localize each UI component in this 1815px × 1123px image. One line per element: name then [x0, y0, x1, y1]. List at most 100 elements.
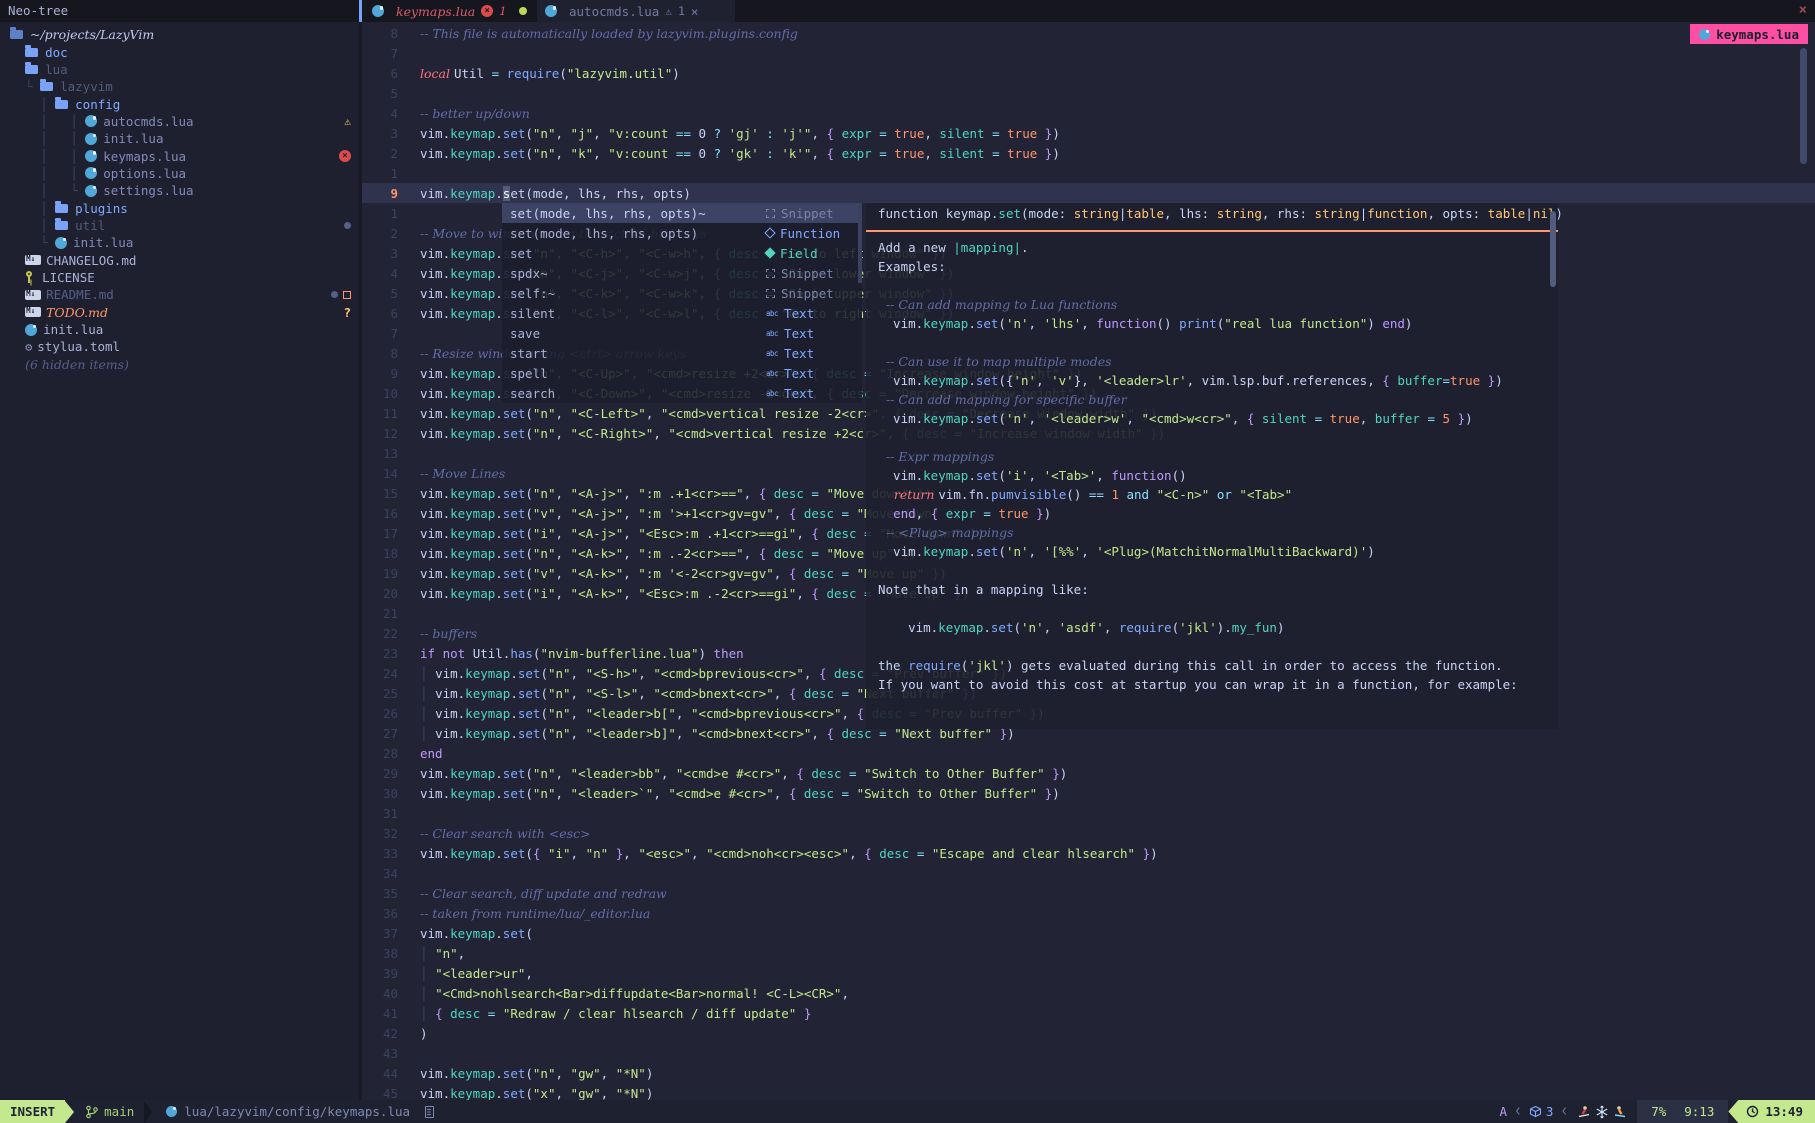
editor-line[interactable]: 7 — [362, 43, 1815, 63]
tree-item[interactable]: └ init.lua — [0, 234, 359, 251]
line-number: 10 — [362, 386, 398, 401]
git-branch[interactable]: main — [86, 1104, 134, 1119]
format-indicator: A — [1499, 1104, 1507, 1119]
editor-line[interactable]: 29vim.keymap.set("n", "<leader>bb", "<cm… — [362, 763, 1815, 783]
tree-item[interactable]: README.md — [0, 286, 359, 303]
tree-item[interactable]: lua — [0, 61, 359, 78]
editor-line[interactable]: 41│ { desc = "Redraw / clear hlsearch / … — [362, 1003, 1815, 1023]
editor-line[interactable]: 35-- Clear search, diff update and redra… — [362, 883, 1815, 903]
line-number: 14 — [362, 466, 398, 481]
tab-autocmds[interactable]: autocmds.lua ⚠ 1 × — [537, 0, 735, 22]
editor-line[interactable]: 43 — [362, 1043, 1815, 1063]
editor-line[interactable]: 4-- better up/down — [362, 103, 1815, 123]
editor-line[interactable]: 44vim.keymap.set("n", "gw", "*N") — [362, 1063, 1815, 1083]
completion-label: self:~ — [510, 286, 555, 301]
completion-item[interactable]: set(mode, lhs, rhs, opts)~Snippet — [502, 203, 862, 223]
completion-label: set(mode, lhs, rhs, opts)~ — [510, 206, 706, 221]
tree-item[interactable]: │ config — [0, 95, 359, 112]
completion-item[interactable]: saveabcText — [502, 323, 862, 343]
line-number: 18 — [362, 546, 398, 561]
text-kind-icon: abc — [766, 309, 778, 318]
modified-dot-icon — [519, 7, 527, 15]
code-text: -- Move Lines — [420, 466, 505, 481]
code-text: vim.keymap.set("n", "k", "v:count == 0 ?… — [420, 146, 1060, 161]
folder-open-icon — [10, 30, 23, 39]
editor-line[interactable]: 6local Util = require("lazyvim.util") — [362, 63, 1815, 83]
tree-item-label: init.lua — [73, 235, 133, 250]
line-number: 45 — [362, 1086, 398, 1101]
popup-scrollbar-thumb[interactable] — [858, 203, 862, 283]
tab-keymaps[interactable]: keymaps.lua × 1 — [372, 0, 507, 22]
line-number: 3 — [362, 126, 398, 141]
editor-line[interactable]: 5 — [362, 83, 1815, 103]
editor-line[interactable]: 36-- taken from runtime/lua/_editor.lua — [362, 903, 1815, 923]
editor-line[interactable]: 39│ "<leader>ur", — [362, 963, 1815, 983]
editor-line[interactable]: 3vim.keymap.set("n", "j", "v:count == 0 … — [362, 123, 1815, 143]
code-text: local Util = require("lazyvim.util") — [420, 66, 680, 81]
line-number: 29 — [362, 766, 398, 781]
close-all-icon[interactable]: × — [1799, 2, 1807, 18]
doc-line: Add a new |mapping|. — [866, 238, 1558, 257]
editor-line[interactable]: 37vim.keymap.set( — [362, 923, 1815, 943]
snowboarder-icon — [1613, 1105, 1627, 1119]
close-icon[interactable]: × — [691, 4, 699, 19]
doc-scrollbar-thumb[interactable] — [1550, 211, 1556, 287]
editor-line[interactable]: 9vim.keymap.set(mode, lhs, rhs, opts) — [362, 183, 1815, 203]
tree-item[interactable]: └ lazyvim — [0, 78, 359, 95]
dot-icon — [331, 291, 338, 298]
line-number: 17 — [362, 526, 398, 541]
tree-item[interactable]: │ util — [0, 217, 359, 234]
completion-item[interactable]: setField — [502, 243, 862, 263]
error-count: 1 — [499, 4, 506, 18]
tree-item[interactable]: │ │ autocmds.lua⚠ — [0, 113, 359, 130]
tree-item-label: options.lua — [103, 166, 186, 181]
editor-line[interactable]: 38│ "n", — [362, 943, 1815, 963]
completion-kind: Snippet — [781, 286, 834, 301]
tree-item[interactable]: ⚙stylua.toml — [0, 338, 359, 355]
code-text: -- better up/down — [420, 106, 530, 121]
completion-item[interactable]: spellabcText — [502, 363, 862, 383]
code-text: -- Clear search, diff update and redraw — [420, 886, 667, 901]
doc-line — [866, 428, 1558, 447]
editor-line[interactable]: 40│ "<Cmd>nohlsearch<Bar>diffupdate<Bar>… — [362, 983, 1815, 1003]
folder-icon — [55, 221, 68, 230]
tree-item[interactable]: (6 hidden items) — [0, 356, 359, 373]
completion-item[interactable]: spdx~Snippet — [502, 263, 862, 283]
error-icon: × — [339, 150, 351, 162]
square-icon — [343, 291, 351, 299]
editor-line[interactable]: 8-- This file is automatically loaded by… — [362, 23, 1815, 43]
completion-item[interactable]: set(mode, lhs, rhs, opts)Function — [502, 223, 862, 243]
editor-line[interactable]: 1 — [362, 163, 1815, 183]
editor-line[interactable]: 28end — [362, 743, 1815, 763]
line-number: 2 — [362, 146, 398, 161]
editor-line[interactable]: 45vim.keymap.set("x", "gw", "*N") — [362, 1083, 1815, 1100]
completion-item[interactable]: self:~ Snippet — [502, 283, 862, 303]
tree-item[interactable]: TODO.md? — [0, 304, 359, 321]
line-number: 12 — [362, 426, 398, 441]
tree-item[interactable]: │ │ keymaps.lua× — [0, 147, 359, 164]
file-path[interactable]: lua/lazyvim/config/keymaps.lua — [166, 1104, 434, 1119]
completion-item[interactable]: startabcText — [502, 343, 862, 363]
tree-item-label: doc — [45, 45, 68, 60]
completion-item[interactable]: silentabcText — [502, 303, 862, 323]
tree-item[interactable]: CHANGELOG.md — [0, 251, 359, 268]
statusline: INSERT main lua/lazyvim/config/keymaps.l… — [0, 1100, 1815, 1123]
tree-item[interactable]: doc — [0, 43, 359, 60]
tree-item[interactable]: │ │ options.lua — [0, 165, 359, 182]
editor-scrollbar-thumb[interactable] — [1800, 48, 1807, 164]
code-text: end — [420, 746, 443, 761]
tree-item[interactable]: │ plugins — [0, 199, 359, 216]
tree-item[interactable]: LICENSE — [0, 269, 359, 286]
editor-line[interactable]: 32-- Clear search with <esc> — [362, 823, 1815, 843]
completion-item[interactable]: searchabcText — [502, 383, 862, 403]
editor-line[interactable]: 33vim.keymap.set({ "i", "n" }, "<esc>", … — [362, 843, 1815, 863]
tree-item[interactable]: ~/projects/LazyVim — [0, 26, 359, 43]
tree-item[interactable]: init.lua — [0, 321, 359, 338]
editor-line[interactable]: 30vim.keymap.set("n", "<leader>`", "<cmd… — [362, 783, 1815, 803]
editor-line[interactable]: 42) — [362, 1023, 1815, 1043]
editor-line[interactable]: 34 — [362, 863, 1815, 883]
editor-line[interactable]: 2 vim.keymap.set("n", "k", "v:count == 0 … — [362, 143, 1815, 163]
tree-item[interactable]: │ └ settings.lua — [0, 182, 359, 199]
tree-item[interactable]: │ │ init.lua — [0, 130, 359, 147]
editor-line[interactable]: 31 — [362, 803, 1815, 823]
